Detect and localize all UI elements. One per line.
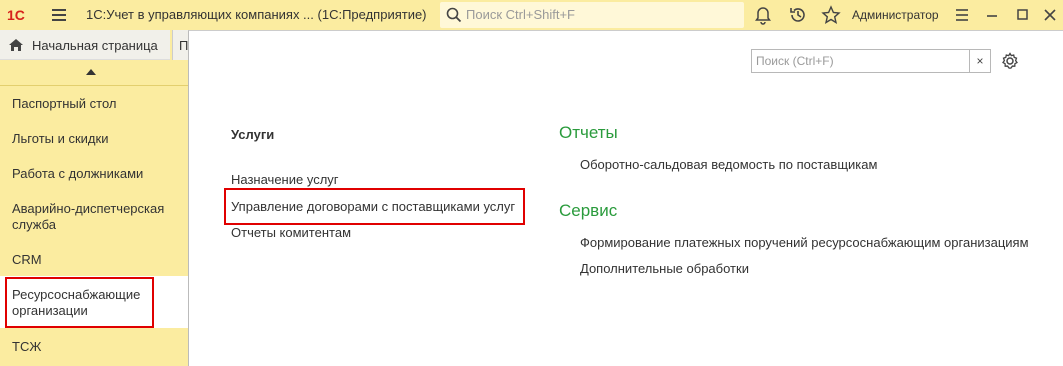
sidebar-item-discounts[interactable]: Льготы и скидки xyxy=(0,131,188,147)
history-icon[interactable] xyxy=(788,5,808,25)
tab-second[interactable]: П xyxy=(172,30,188,60)
bell-icon[interactable] xyxy=(754,5,772,25)
tab-home[interactable]: Начальная страница xyxy=(0,30,170,60)
tab-second-label: П xyxy=(179,38,189,53)
link-turnover-balance[interactable]: Оборотно-сальдовая ведомость по поставщи… xyxy=(580,157,877,172)
sidebar-item-dispatch[interactable]: Аварийно-диспетчерская служба xyxy=(0,201,180,233)
app-title: 1С:Учет в управляющих компаниях ... (1С:… xyxy=(86,7,427,22)
svg-text:1С: 1С xyxy=(7,7,25,23)
form-search-input[interactable]: Поиск (Ctrl+F) xyxy=(751,49,970,73)
sidebar-item-debtors[interactable]: Работа с должниками xyxy=(0,166,188,182)
title-bar: 1С 1С:Учет в управляющих компаниях ... (… xyxy=(0,0,1063,30)
arrow-up-icon xyxy=(86,69,96,75)
reports-section-title: Отчеты xyxy=(559,123,618,142)
home-icon xyxy=(9,39,23,51)
global-search-placeholder: Поиск Ctrl+Shift+F xyxy=(466,7,575,22)
hamburger-icon[interactable] xyxy=(955,7,969,23)
scroll-up-button[interactable] xyxy=(0,60,188,86)
gear-icon[interactable] xyxy=(1001,52,1019,70)
maximize-icon[interactable] xyxy=(1016,7,1030,23)
main-menu-icon[interactable] xyxy=(52,9,66,21)
tab-home-label: Начальная страница xyxy=(32,38,158,53)
sidebar-item-crm[interactable]: CRM xyxy=(0,252,188,268)
search-icon xyxy=(446,7,462,23)
link-service-assignment[interactable]: Назначение услуг xyxy=(231,172,339,187)
link-payment-orders[interactable]: Формирование платежных поручений ресурсо… xyxy=(580,235,1029,250)
close-icon[interactable] xyxy=(1043,7,1057,23)
1c-logo-icon[interactable]: 1С xyxy=(6,6,36,24)
link-additional-processing[interactable]: Дополнительные обработки xyxy=(580,261,749,276)
user-name[interactable]: Администратор xyxy=(852,8,939,22)
search-clear-button[interactable]: × xyxy=(969,49,991,73)
link-commissioner-reports[interactable]: Отчеты комитентам xyxy=(231,225,351,240)
highlight-contracts xyxy=(224,188,525,225)
highlight-sidebar xyxy=(5,277,154,328)
sidebar-item-tszh[interactable]: ТСЖ xyxy=(0,339,188,355)
global-search-input[interactable]: Поиск Ctrl+Shift+F xyxy=(440,2,744,28)
star-icon[interactable] xyxy=(821,5,841,25)
services-section-title: Услуги xyxy=(231,127,275,142)
minimize-icon[interactable] xyxy=(985,7,999,23)
service-section-title: Сервис xyxy=(559,201,618,220)
sidebar-item-passport[interactable]: Паспортный стол xyxy=(0,96,188,112)
form-search-placeholder: Поиск (Ctrl+F) xyxy=(756,54,834,68)
